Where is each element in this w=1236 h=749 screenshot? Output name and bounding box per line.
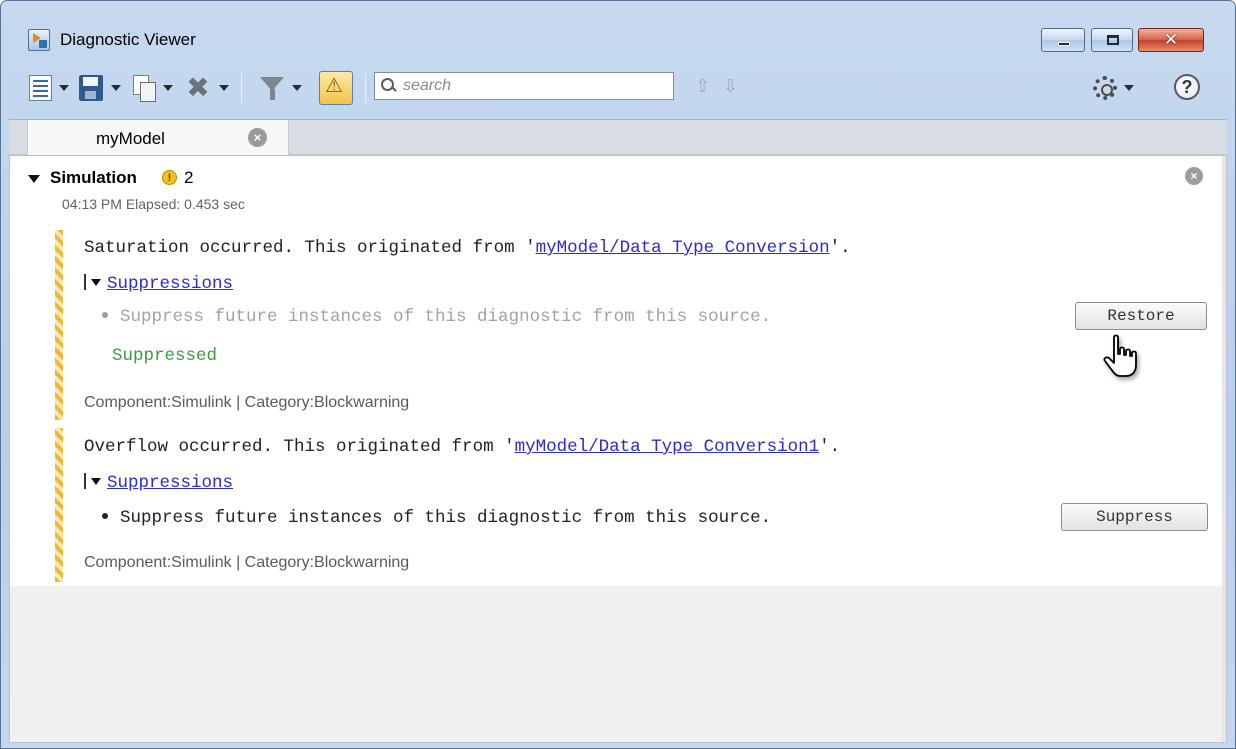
app-icon bbox=[28, 29, 50, 51]
suppress-button[interactable]: Suppress bbox=[1061, 503, 1208, 531]
diagnostic-message: Overflow occurred. This originated from … bbox=[84, 437, 841, 457]
maximize-button[interactable] bbox=[1091, 28, 1133, 52]
suppression-item: Suppress future instances of this diagno… bbox=[102, 508, 771, 528]
diagnostic-meta: Component:Simulink | Category:Blockwarni… bbox=[84, 554, 410, 571]
previous-result-icon[interactable]: ⇧ bbox=[695, 77, 710, 95]
toolbar-separator bbox=[365, 73, 366, 103]
close-button[interactable]: ✕ bbox=[1138, 28, 1204, 52]
minimize-button[interactable] bbox=[1041, 28, 1085, 52]
suppressions-toggle[interactable]: Suppressions bbox=[84, 274, 233, 294]
close-icon: ✕ bbox=[1163, 30, 1179, 49]
section-meta: 04:13 PM Elapsed: 0.453 sec bbox=[62, 196, 245, 212]
chevron-down-icon[interactable] bbox=[163, 85, 173, 91]
warning-icon: ! bbox=[162, 170, 177, 185]
clear-icon[interactable]: ✖ bbox=[184, 74, 212, 102]
source-block-link[interactable]: myModel/Data Type Conversion1 bbox=[515, 437, 820, 457]
chevron-down-icon[interactable] bbox=[219, 85, 229, 91]
collapse-triangle-icon[interactable] bbox=[91, 279, 101, 286]
group-warnings-toggle-icon[interactable] bbox=[319, 71, 353, 105]
filter-icon[interactable] bbox=[260, 75, 286, 101]
suppressions-toggle[interactable]: Suppressions bbox=[84, 473, 233, 493]
toolbar-separator bbox=[241, 73, 242, 103]
bullet-icon bbox=[102, 312, 108, 318]
search-box[interactable] bbox=[374, 72, 674, 100]
tab-label: myModel bbox=[96, 129, 165, 148]
chevron-down-icon[interactable] bbox=[1124, 85, 1134, 91]
suppressions-link[interactable]: Suppressions bbox=[107, 274, 233, 294]
hand-cursor-icon bbox=[1103, 334, 1137, 377]
search-input[interactable] bbox=[403, 75, 663, 97]
warning-stripe bbox=[55, 428, 63, 582]
diagnostics-list: Simulation ! 2 × 04:13 PM Elapsed: 0.453… bbox=[10, 156, 1222, 586]
window-title: Diagnostic Viewer bbox=[60, 30, 196, 49]
copy-icon[interactable] bbox=[133, 75, 156, 102]
suppressions-link[interactable]: Suppressions bbox=[107, 473, 233, 493]
view-list-icon[interactable] bbox=[29, 75, 52, 101]
tab-mymodel[interactable]: myModel × bbox=[27, 120, 289, 156]
section-title: Simulation bbox=[50, 168, 137, 187]
diagnostics-panel: Simulation ! 2 × 04:13 PM Elapsed: 0.453… bbox=[9, 155, 1227, 743]
tab-strip: myModel × bbox=[9, 119, 1227, 156]
warning-stripe bbox=[55, 230, 63, 420]
chevron-down-icon[interactable] bbox=[111, 85, 121, 91]
gear-icon[interactable] bbox=[1093, 76, 1117, 100]
collapse-triangle-icon[interactable] bbox=[91, 478, 101, 485]
source-block-link[interactable]: myModel/Data Type Conversion bbox=[536, 238, 830, 258]
warning-count: 2 bbox=[184, 168, 194, 187]
next-result-icon[interactable]: ⇩ bbox=[723, 77, 738, 95]
diagnostic-meta: Component:Simulink | Category:Blockwarni… bbox=[84, 394, 410, 411]
chevron-down-icon[interactable] bbox=[59, 85, 69, 91]
diagnostic-message: Saturation occurred. This originated fro… bbox=[84, 238, 851, 258]
section-close-icon[interactable]: × bbox=[1185, 167, 1203, 185]
scrollbar[interactable] bbox=[1222, 156, 1226, 742]
chevron-down-icon[interactable] bbox=[292, 85, 302, 91]
search-icon bbox=[381, 78, 397, 94]
expand-triangle-icon[interactable] bbox=[28, 175, 40, 183]
minimize-icon bbox=[1058, 42, 1070, 46]
tab-close-icon[interactable]: × bbox=[248, 128, 267, 147]
restore-button[interactable]: Restore bbox=[1075, 302, 1207, 330]
suppressed-status: Suppressed bbox=[112, 346, 218, 366]
maximize-icon bbox=[1107, 35, 1119, 45]
title-bar[interactable]: Diagnostic Viewer ✕ bbox=[1, 1, 1235, 55]
save-icon[interactable] bbox=[79, 75, 103, 101]
suppression-item: Suppress future instances of this diagno… bbox=[102, 307, 771, 327]
help-icon[interactable]: ? bbox=[1174, 74, 1200, 100]
diagnostic-viewer-window: Diagnostic Viewer ✕ ✖ ⇧ ⇩ bbox=[0, 0, 1236, 749]
bullet-icon bbox=[102, 513, 108, 519]
toolbar: ✖ ⇧ ⇩ ? bbox=[1, 63, 1235, 119]
